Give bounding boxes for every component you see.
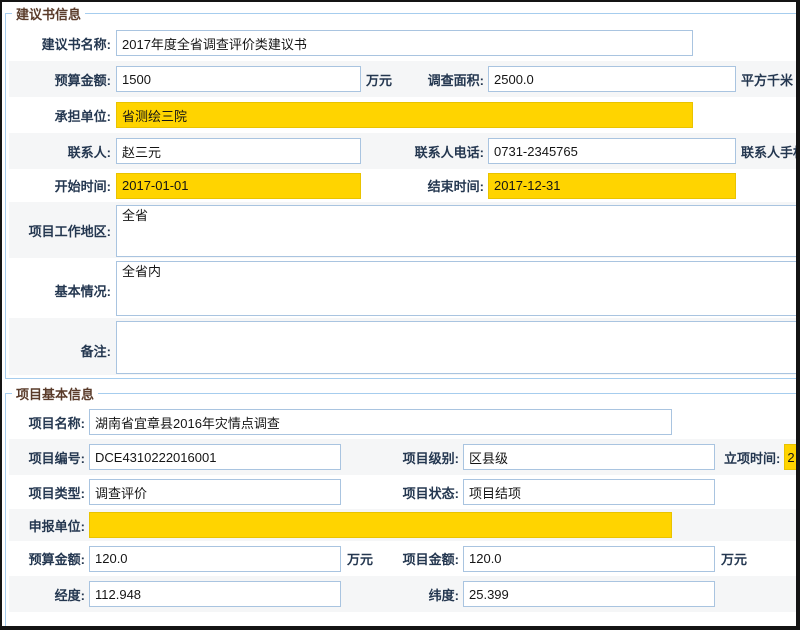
start-time-input[interactable] <box>116 173 361 199</box>
work-area-textarea[interactable]: 全省 <box>116 205 800 257</box>
project-code-label: 项目编号: <box>9 448 85 467</box>
contact-label: 联系人: <box>9 142 111 161</box>
proposal-budget-unit: 万元 <box>366 70 402 89</box>
undertaker-row: 承担单位: <box>9 97 800 133</box>
project-type-row: 项目类型: 项目状态: <box>9 475 800 509</box>
project-type-input[interactable] <box>89 479 341 505</box>
work-area-label: 项目工作地区: <box>9 205 111 240</box>
declare-unit-row: 申报单位: <box>9 509 800 541</box>
survey-area-input[interactable] <box>488 66 736 92</box>
basic-info-label: 基本情况: <box>9 261 111 300</box>
survey-area-unit: 平方千米 <box>741 70 793 89</box>
project-type-label: 项目类型: <box>9 483 85 502</box>
longitude-row: 经度: 纬度: <box>9 576 800 612</box>
project-code-input[interactable] <box>89 444 341 470</box>
contact-input[interactable] <box>116 138 361 164</box>
project-budget-label: 预算金额: <box>9 549 85 568</box>
undertaker-input[interactable] <box>116 102 693 128</box>
proposal-budget-input[interactable] <box>116 66 361 92</box>
contact-phone-input[interactable] <box>488 138 736 164</box>
latitude-label: 纬度: <box>383 585 459 604</box>
project-status-label: 项目状态: <box>383 483 459 502</box>
proposal-section-title: 建议书信息 <box>12 4 85 23</box>
project-amount-unit: 万元 <box>721 549 747 568</box>
contact-mobile-label: 联系人手机 <box>741 142 800 161</box>
project-info-section: 项目基本信息 项目名称: 项目编号: 项目级别: 立项时间: 项目类型: 项目状… <box>5 384 800 630</box>
survey-area-label: 调查面积: <box>402 70 484 89</box>
project-budget-unit: 万元 <box>347 549 383 568</box>
project-status-input[interactable] <box>463 479 715 505</box>
proposal-budget-label: 预算金额: <box>9 70 111 89</box>
longitude-input[interactable] <box>89 581 341 607</box>
project-name-row: 项目名称: <box>9 405 800 439</box>
remark-label: 备注: <box>9 321 111 360</box>
work-area-row: 项目工作地区: 全省 <box>9 202 800 258</box>
proposal-name-label: 建议书名称: <box>9 34 111 53</box>
undertaker-label: 承担单位: <box>9 106 111 125</box>
project-level-input[interactable] <box>463 444 715 470</box>
project-name-label: 项目名称: <box>9 413 85 432</box>
start-time-label: 开始时间: <box>9 176 111 195</box>
proposal-budget-row: 预算金额: 万元 调查面积: 平方千米 <box>9 61 800 97</box>
longitude-label: 经度: <box>9 585 85 604</box>
declare-unit-label: 申报单位: <box>9 516 85 535</box>
proposal-name-input[interactable] <box>116 30 693 56</box>
project-code-row: 项目编号: 项目级别: 立项时间: <box>9 439 800 475</box>
approval-time-input[interactable] <box>784 444 800 470</box>
basic-info-row: 基本情况: 全省内 <box>9 258 800 318</box>
approval-time-label: 立项时间: <box>724 448 780 467</box>
contact-row: 联系人: 联系人电话: 联系人手机 <box>9 133 800 169</box>
start-time-row: 开始时间: 结束时间: <box>9 169 800 202</box>
basic-info-textarea[interactable]: 全省内 <box>116 261 800 316</box>
form-window: 建议书信息 建议书名称: 预算金额: 万元 调查面积: 平方千米 承担单位: 联… <box>0 0 800 630</box>
project-amount-input[interactable] <box>463 546 715 572</box>
remark-textarea[interactable] <box>116 321 800 374</box>
project-name-input[interactable] <box>89 409 672 435</box>
contact-phone-label: 联系人电话: <box>402 142 484 161</box>
project-section-title: 项目基本信息 <box>12 384 98 403</box>
project-level-label: 项目级别: <box>383 448 459 467</box>
end-time-label: 结束时间: <box>402 176 484 195</box>
project-amount-label: 项目金额: <box>383 549 459 568</box>
proposal-name-row: 建议书名称: <box>9 25 800 61</box>
proposal-info-section: 建议书信息 建议书名称: 预算金额: 万元 调查面积: 平方千米 承担单位: 联… <box>5 4 800 379</box>
project-budget-input[interactable] <box>89 546 341 572</box>
project-budget-row: 预算金额: 万元 项目金额: 万元 <box>9 541 800 576</box>
end-time-input[interactable] <box>488 173 736 199</box>
latitude-input[interactable] <box>463 581 715 607</box>
declare-unit-input[interactable] <box>89 512 672 538</box>
remark-row: 备注: <box>9 318 800 375</box>
